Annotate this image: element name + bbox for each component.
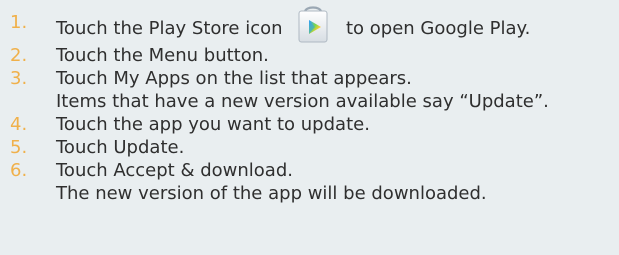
step-text-group: Touch Accept & download. The new version…: [56, 159, 487, 205]
step-6: 6. Touch Accept & download. The new vers…: [10, 159, 619, 205]
step-text: Touch the Menu button.: [56, 45, 269, 66]
step-text: Touch Update.: [56, 137, 185, 158]
instruction-list: 1. Touch the Play Store icon to open Goo…: [0, 0, 619, 255]
step-1: 1. Touch the Play Store icon to open Goo…: [10, 6, 619, 44]
step-text: Touch the Play Store icon to open Google…: [56, 6, 531, 44]
step-2: 2. Touch the Menu button.: [10, 44, 619, 67]
play-store-icon: [294, 6, 332, 44]
step-5: 5. Touch Update.: [10, 136, 619, 159]
step-text-group: Touch My Apps on the list that appears. …: [56, 67, 549, 113]
step-text: Touch the app you want to update.: [56, 114, 370, 135]
step-number: 4.: [10, 114, 28, 135]
step-detail: Items that have a new version available …: [56, 91, 549, 112]
step-number: 5.: [10, 137, 28, 158]
step-text: Touch My Apps on the list that appears.: [56, 68, 412, 89]
step-3: 3. Touch My Apps on the list that appear…: [10, 67, 619, 113]
step-4: 4. Touch the app you want to update.: [10, 113, 619, 136]
step-number: 3.: [10, 68, 28, 89]
step-number: 2.: [10, 45, 28, 66]
step-text-before-icon: Touch the Play Store icon: [56, 18, 283, 39]
step-number: 6.: [10, 160, 28, 181]
step-text: Touch Accept & download.: [56, 160, 293, 181]
step-text-after-icon: to open Google Play.: [346, 18, 531, 39]
step-number: 1.: [10, 12, 28, 33]
step-detail: The new version of the app will be downl…: [56, 183, 487, 204]
